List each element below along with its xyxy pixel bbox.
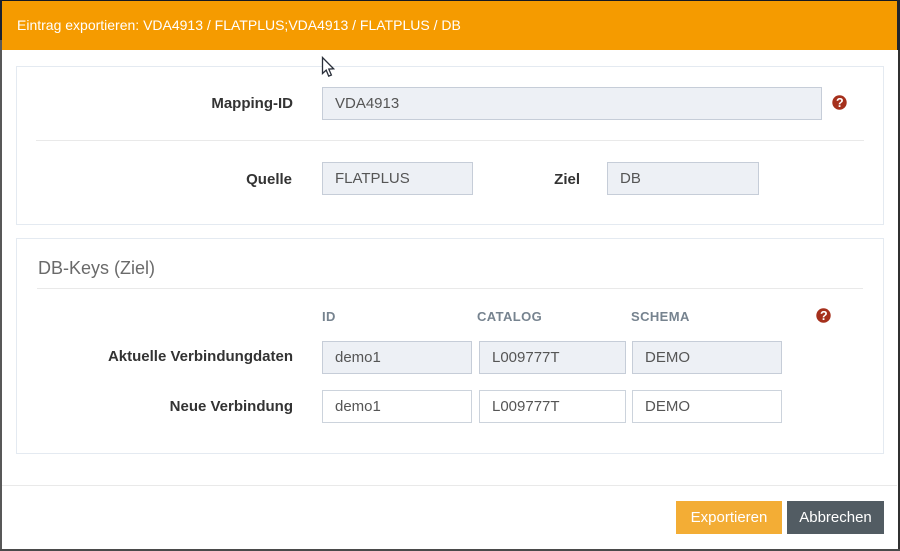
svg-text:?: ? [820, 309, 828, 323]
svg-text:?: ? [836, 96, 844, 110]
